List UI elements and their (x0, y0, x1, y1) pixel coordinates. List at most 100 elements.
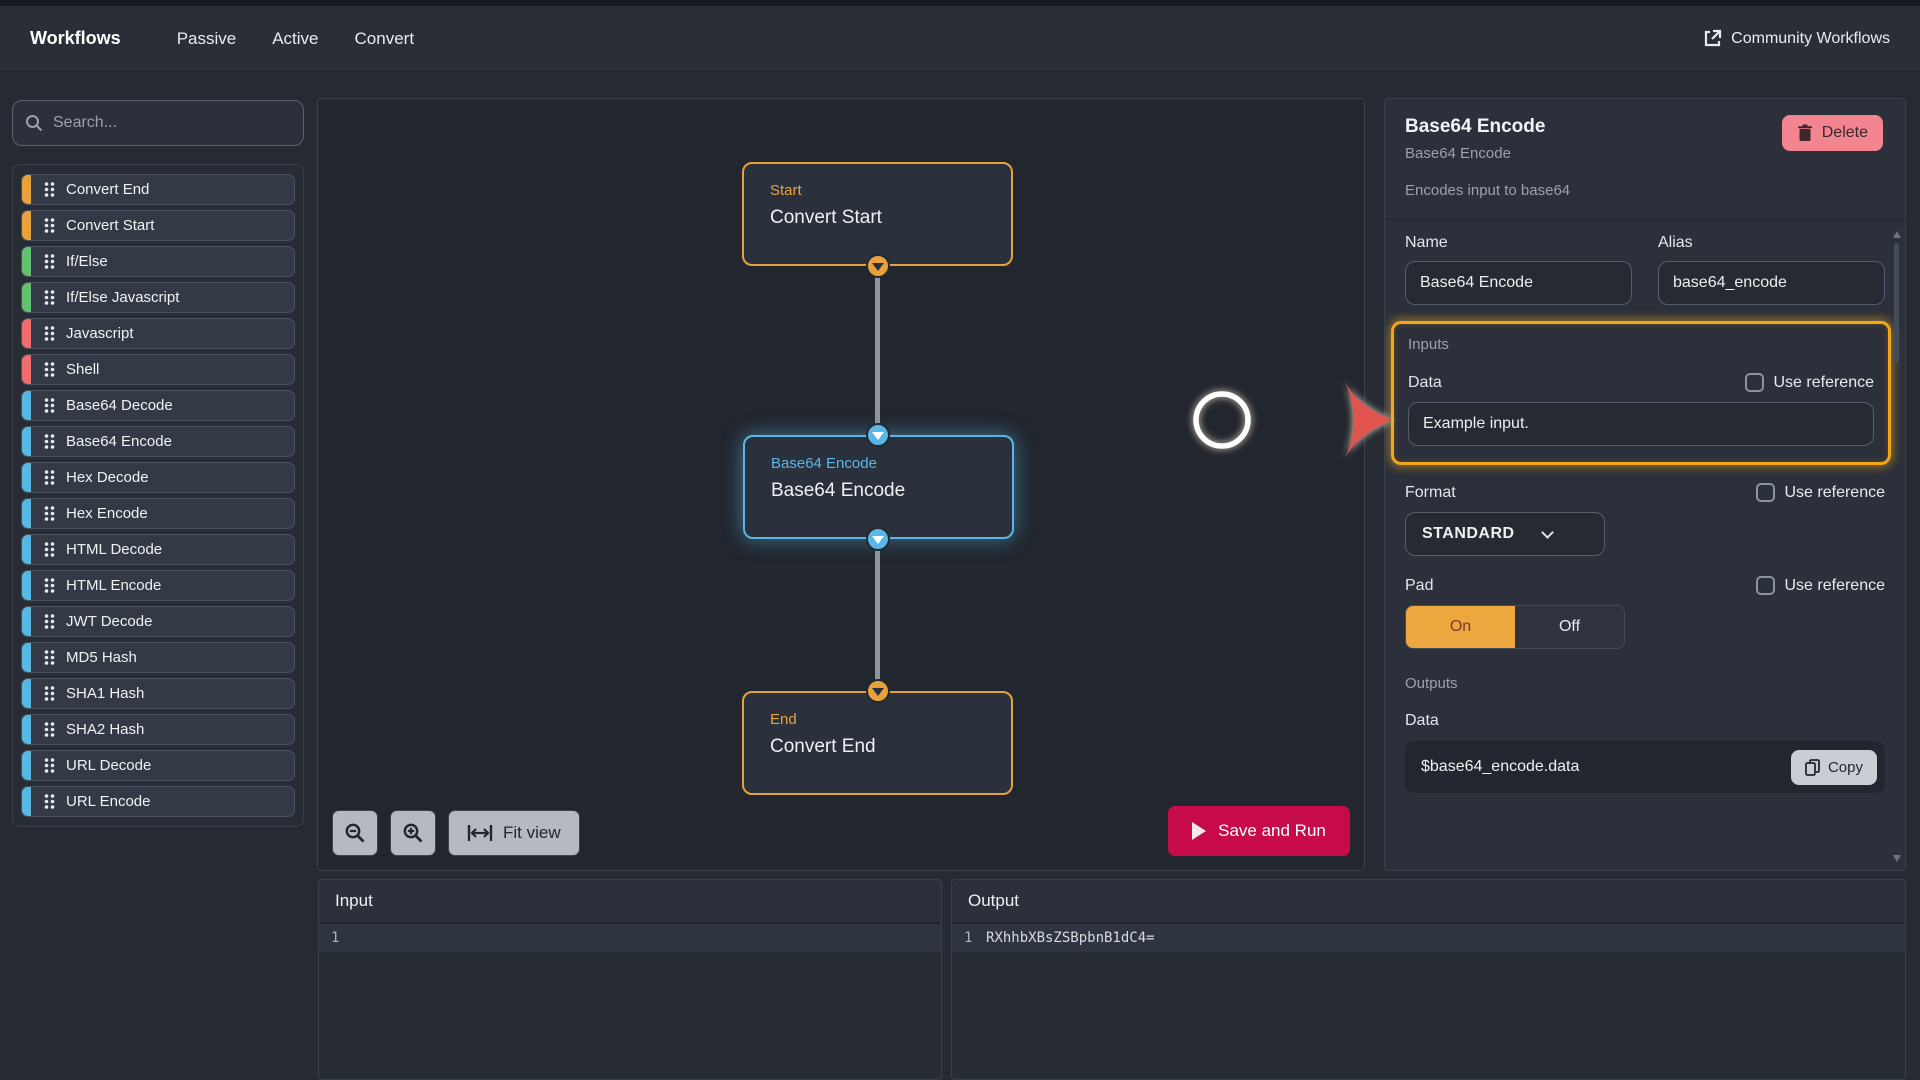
sidebar-item-label: URL Decode (66, 757, 152, 774)
sidebar-item-html-decode[interactable]: HTML Decode (21, 534, 295, 565)
sidebar-item-hex-encode[interactable]: Hex Encode (21, 498, 295, 529)
zoom-out-button[interactable] (332, 810, 378, 856)
drag-handle-icon[interactable] (43, 577, 56, 594)
sidebar-item-if-else[interactable]: If/Else (21, 246, 295, 277)
connector-start-output[interactable] (866, 254, 890, 278)
scroll-down-arrow[interactable] (1893, 855, 1901, 862)
zoom-in-button[interactable] (390, 810, 436, 856)
sidebar-item-hex-decode[interactable]: Hex Decode (21, 462, 295, 493)
drag-handle-icon[interactable] (43, 325, 56, 342)
drag-handle-icon[interactable] (43, 253, 56, 270)
drag-handle-icon[interactable] (43, 757, 56, 774)
use-reference-checkbox[interactable] (1744, 373, 1764, 392)
data-field[interactable] (1408, 402, 1874, 446)
output-viewer[interactable]: 1 RXhhbXBsZSBpbnB1dC4= (952, 924, 1905, 1079)
sidebar-item-sha2-hash[interactable]: SHA2 Hash (21, 714, 295, 745)
sidebar-item-label: MD5 Hash (66, 649, 137, 666)
fit-view-button[interactable]: Fit view (448, 810, 580, 856)
input-line-1[interactable]: 1 (319, 924, 941, 952)
scroll-up-arrow[interactable] (1893, 231, 1901, 238)
pad-use-reference-toggle[interactable]: Use reference (1755, 576, 1885, 595)
external-link-icon (1705, 29, 1722, 47)
inspector-description: Encodes input to base64 (1405, 182, 1571, 199)
drag-handle-icon[interactable] (43, 649, 56, 666)
node-title-label: Base64 Encode (771, 480, 906, 501)
sidebar-item-label: SHA1 Hash (66, 685, 145, 702)
drag-handle-icon[interactable] (43, 469, 56, 486)
item-accent-bar (22, 247, 31, 276)
drag-handle-icon[interactable] (43, 397, 56, 414)
drag-handle-icon[interactable] (43, 721, 56, 738)
sidebar-item-base64-encode[interactable]: Base64 Encode (21, 426, 295, 457)
pad-label: Pad (1405, 576, 1434, 594)
drag-handle-icon[interactable] (43, 685, 56, 702)
chevron-down-icon (1540, 525, 1554, 539)
pad-on-button[interactable]: On (1406, 606, 1515, 648)
format-use-reference-toggle[interactable]: Use reference (1755, 483, 1885, 502)
scrollbar-thumb[interactable] (1894, 243, 1899, 363)
canvas-toolbar: Fit view (332, 810, 580, 856)
drag-handle-icon[interactable] (43, 289, 56, 306)
data-use-reference-toggle[interactable]: Use reference (1744, 373, 1874, 392)
use-reference-checkbox[interactable] (1755, 576, 1775, 595)
drag-handle-icon[interactable] (43, 217, 56, 234)
sidebar-item-sha1-hash[interactable]: SHA1 Hash (21, 678, 295, 709)
alias-field[interactable] (1658, 261, 1885, 305)
sidebar-item-jwt-decode[interactable]: JWT Decode (21, 606, 295, 637)
output-line-1: 1 RXhhbXBsZSBpbnB1dC4= (952, 924, 1905, 952)
sidebar-item-label: URL Encode (66, 793, 151, 810)
nav-item-active[interactable]: Active (272, 29, 318, 49)
sidebar-item-base64-decode[interactable]: Base64 Decode (21, 390, 295, 421)
connector-encode-output[interactable] (866, 527, 890, 551)
drag-handle-icon[interactable] (43, 181, 56, 198)
sidebar-item-if-else-javascript[interactable]: If/Else Javascript (21, 282, 295, 313)
name-field[interactable] (1405, 261, 1632, 305)
item-accent-bar (22, 535, 31, 564)
inspector-scrollbar[interactable] (1892, 231, 1902, 862)
drag-handle-icon[interactable] (43, 505, 56, 522)
connector-end-input[interactable] (866, 679, 890, 703)
pad-off-button[interactable]: Off (1515, 606, 1624, 648)
node-convert-end[interactable]: End Convert End (742, 691, 1013, 795)
workflow-canvas[interactable]: Start Convert Start Base64 Encode Base64… (317, 98, 1365, 871)
search-input[interactable] (53, 114, 291, 132)
node-title-label: Convert Start (770, 207, 882, 228)
sidebar-item-html-encode[interactable]: HTML Encode (21, 570, 295, 601)
copy-button[interactable]: Copy (1790, 749, 1877, 785)
drag-handle-icon[interactable] (43, 361, 56, 378)
sidebar-item-label: If/Else (66, 253, 108, 270)
node-convert-start[interactable]: Start Convert Start (742, 162, 1013, 266)
sidebar-item-shell[interactable]: Shell (21, 354, 295, 385)
community-workflows-link[interactable]: Community Workflows (1703, 29, 1890, 48)
sidebar-item-convert-end[interactable]: Convert End (21, 174, 295, 205)
output-line-text: RXhhbXBsZSBpbnB1dC4= (986, 930, 1155, 946)
format-selected-value: STANDARD (1422, 525, 1515, 542)
nav-item-convert[interactable]: Convert (355, 29, 415, 49)
top-navigation: Workflows Passive Active Convert Communi… (0, 6, 1920, 72)
community-workflows-label: Community Workflows (1731, 29, 1890, 47)
input-editor[interactable]: 1 (319, 924, 941, 1079)
drag-handle-icon[interactable] (43, 613, 56, 630)
node-title-label: Convert End (770, 736, 876, 757)
drag-handle-icon[interactable] (43, 433, 56, 450)
save-and-run-button[interactable]: Save and Run (1168, 806, 1350, 856)
nav-item-workflows[interactable]: Workflows (30, 28, 121, 49)
sidebar-item-md5-hash[interactable]: MD5 Hash (21, 642, 295, 673)
sidebar-item-convert-start[interactable]: Convert Start (21, 210, 295, 241)
nav-item-passive[interactable]: Passive (177, 29, 237, 49)
node-base64-encode[interactable]: Base64 Encode Base64 Encode (743, 435, 1014, 539)
format-select[interactable]: STANDARD (1405, 512, 1605, 556)
use-reference-checkbox[interactable] (1755, 483, 1775, 502)
pad-toggle: On Off (1405, 605, 1625, 649)
drag-handle-icon[interactable] (43, 793, 56, 810)
sidebar-item-javascript[interactable]: Javascript (21, 318, 295, 349)
search-box[interactable] (12, 100, 304, 146)
output-reference-value: $base64_encode.data (1421, 758, 1580, 775)
sidebar-item-label: Base64 Encode (66, 433, 172, 450)
drag-handle-icon[interactable] (43, 541, 56, 558)
sidebar-item-url-decode[interactable]: URL Decode (21, 750, 295, 781)
sidebar-item-label: Hex Decode (66, 469, 149, 486)
connector-encode-input[interactable] (866, 423, 890, 447)
sidebar-item-url-encode[interactable]: URL Encode (21, 786, 295, 817)
delete-button[interactable]: Delete (1781, 115, 1883, 151)
